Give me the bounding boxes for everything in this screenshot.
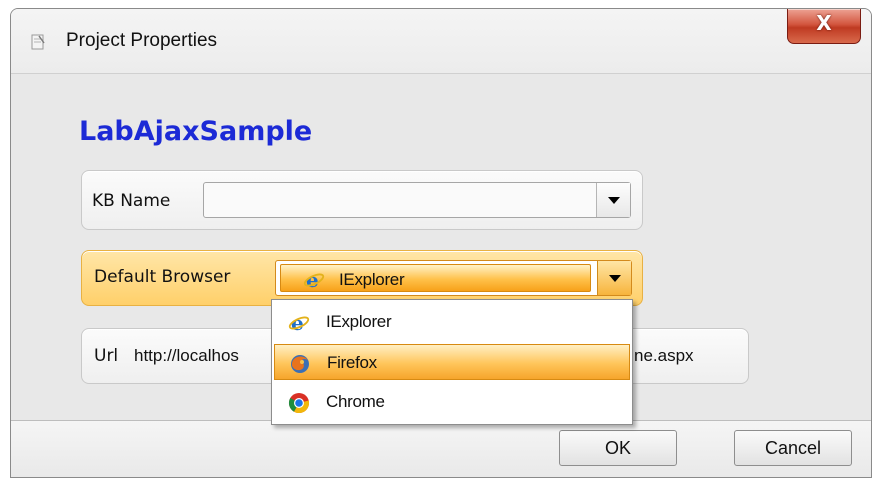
default-browser-label: Default Browser	[94, 267, 231, 287]
default-browser-row: Default Browser e IExplorer	[81, 250, 643, 306]
document-icon	[31, 34, 45, 50]
dropdown-option-iexplorer[interactable]: e IExplorer	[274, 304, 630, 340]
project-name: LabAjaxSample	[79, 116, 313, 147]
browser-dropdown-list: e IExplorer Firefox Chrome	[271, 299, 633, 425]
close-icon: X	[816, 11, 832, 35]
button-bar: OK Cancel	[11, 420, 871, 477]
chevron-down-icon	[609, 275, 621, 282]
chevron-down-icon	[608, 197, 620, 204]
firefox-icon	[291, 355, 309, 373]
kb-name-label: KB Name	[92, 191, 171, 211]
default-browser-dropdown-button[interactable]	[597, 261, 631, 295]
window-title: Project Properties	[66, 30, 218, 51]
default-browser-combo[interactable]: e IExplorer	[275, 260, 632, 296]
url-value-start[interactable]: http://localhos	[134, 346, 239, 366]
internet-explorer-icon: e	[288, 312, 310, 334]
kb-name-combo[interactable]	[203, 182, 631, 218]
url-value-end[interactable]: ne.aspx	[634, 346, 694, 366]
title-bar: Project Properties X	[11, 9, 871, 73]
chrome-icon	[288, 393, 310, 414]
url-label: Url	[94, 346, 119, 366]
dropdown-option-firefox[interactable]: Firefox	[274, 344, 630, 380]
ok-button[interactable]: OK	[559, 430, 677, 466]
dropdown-option-label: Chrome	[326, 392, 385, 411]
dropdown-option-chrome[interactable]: Chrome	[274, 384, 630, 420]
dropdown-option-label: IExplorer	[326, 312, 392, 331]
internet-explorer-icon: e	[303, 269, 325, 291]
dropdown-option-label: Firefox	[327, 353, 377, 372]
default-browser-selected-text: IExplorer	[339, 270, 405, 289]
cancel-button[interactable]: Cancel	[734, 430, 852, 466]
default-browser-selected: e IExplorer	[280, 264, 591, 292]
kb-name-row: KB Name	[81, 170, 643, 230]
close-button[interactable]: X	[787, 9, 861, 44]
kb-name-dropdown-button[interactable]	[596, 183, 630, 217]
